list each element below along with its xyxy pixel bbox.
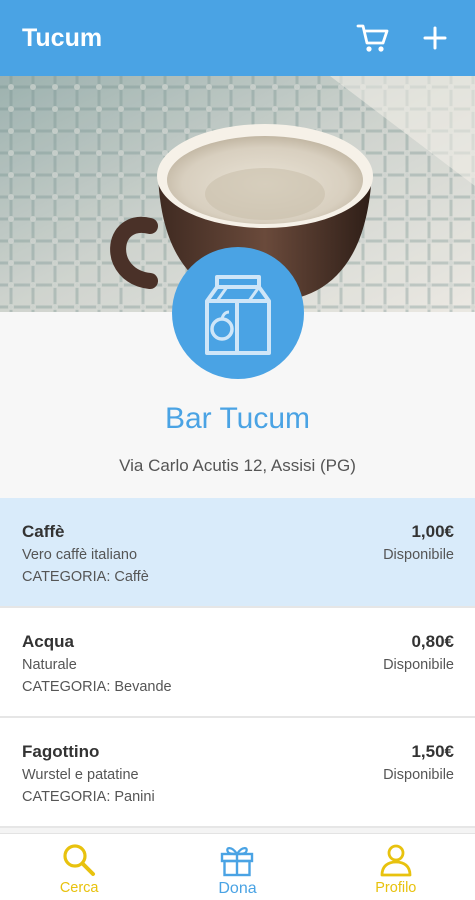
product-category: CATEGORIA: Caffè <box>22 569 149 585</box>
product-name: Fagottino <box>22 742 100 761</box>
product-item[interactable]: Caffè Vero caffè italiano CATEGORIA: Caf… <box>0 498 475 608</box>
shop-address: Via Carlo Acutis 12, Assisi (PG) <box>119 456 356 475</box>
product-availability: Disponibile <box>383 657 454 673</box>
product-category: CATEGORIA: Bevande <box>22 679 172 695</box>
product-price: 0,80€ <box>411 632 454 651</box>
bottom-navigation: Cerca Dona Profilo <box>0 833 475 900</box>
app-bar: Tucum <box>0 0 475 76</box>
product-list: Caffè Vero caffè italiano CATEGORIA: Caf… <box>0 498 475 828</box>
app-title: Tucum <box>22 23 103 52</box>
nav-item-dona[interactable]: Dona <box>158 834 316 900</box>
nav-label: Cerca <box>59 880 99 896</box>
product-item[interactable]: Fagottino Wurstel e patatine CATEGORIA: … <box>0 718 475 828</box>
nav-label: Dona <box>218 880 257 897</box>
cart-button[interactable] <box>353 18 393 58</box>
nav-item-profilo[interactable]: Profilo <box>317 834 475 900</box>
milk-carton-apple-icon <box>205 275 271 355</box>
product-availability: Disponibile <box>383 547 454 563</box>
search-icon <box>63 844 96 876</box>
product-description: Wurstel e patatine <box>22 767 139 783</box>
product-name: Acqua <box>22 632 74 651</box>
cart-icon <box>356 24 389 52</box>
user-icon <box>380 844 412 877</box>
product-category: CATEGORIA: Panini <box>22 789 155 805</box>
product-name: Caffè <box>22 522 65 541</box>
product-price: 1,50€ <box>411 742 454 761</box>
app-screen: Tucum Bar Tucum Via Carlo Acutis 12, Ass… <box>0 0 475 900</box>
shop-logo <box>172 247 304 379</box>
product-description: Naturale <box>22 657 77 673</box>
product-price: 1,00€ <box>411 522 454 541</box>
product-item[interactable]: Acqua Naturale CATEGORIA: Bevande 0,80€ … <box>0 608 475 718</box>
shop-name: Bar Tucum <box>164 402 311 435</box>
plus-icon <box>423 26 447 50</box>
product-description: Vero caffè italiano <box>22 547 138 563</box>
add-button[interactable] <box>415 18 455 58</box>
nav-label: Profilo <box>375 880 417 896</box>
nav-item-cerca[interactable]: Cerca <box>0 834 158 900</box>
gift-icon <box>221 847 254 877</box>
product-availability: Disponibile <box>383 767 454 783</box>
